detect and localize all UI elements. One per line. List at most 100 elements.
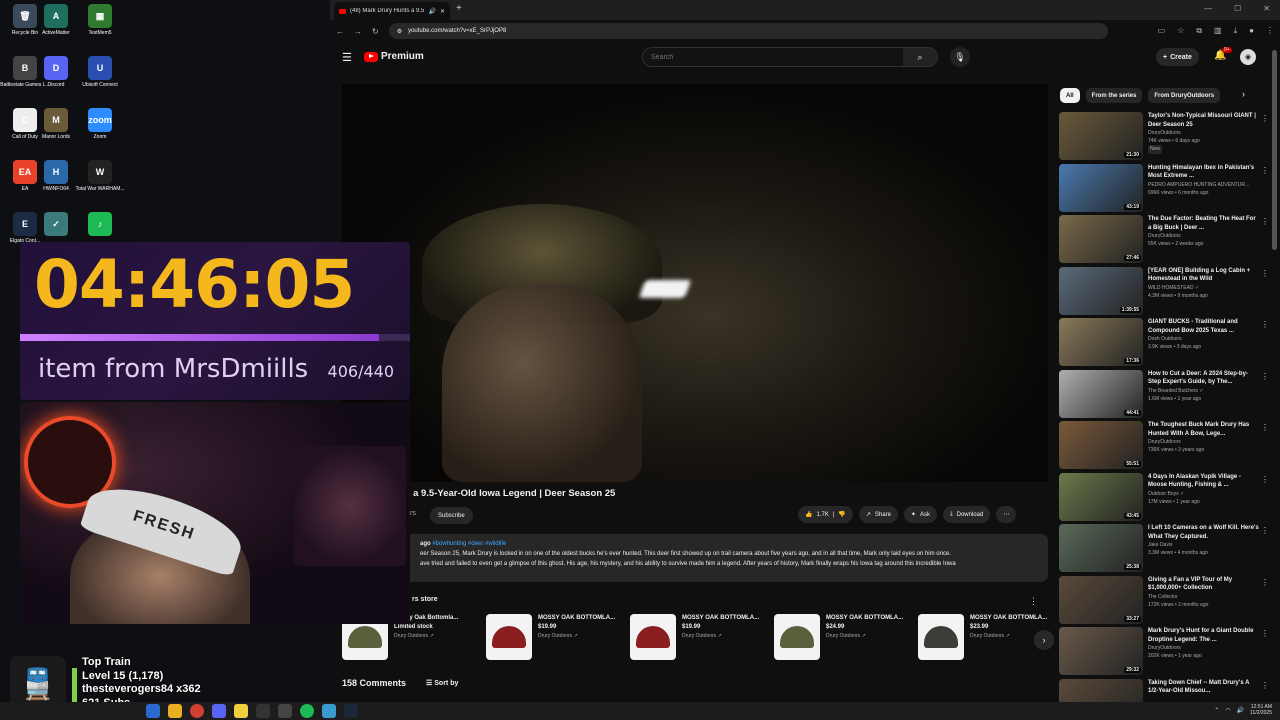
spotify-icon[interactable] <box>300 704 314 718</box>
video-menu-icon[interactable]: ⋮ <box>1261 629 1269 638</box>
video-menu-icon[interactable]: ⋮ <box>1261 217 1269 226</box>
description-tags[interactable]: #bowhunting #deer #wildlife <box>432 541 506 547</box>
recommended-video[interactable]: 33:27 Giving a Fan a VIP Tour of My $1,00… <box>1059 575 1269 628</box>
recommended-video[interactable]: 21:30 Taylor's Non-Typical Missouri GIANT… <box>1059 112 1269 164</box>
file-explorer-icon[interactable] <box>146 704 160 718</box>
desktop-icon[interactable]: D Discord <box>31 56 81 88</box>
video-thumbnail[interactable]: 27:46 <box>1059 215 1143 263</box>
scrollbar[interactable] <box>1272 50 1277 250</box>
product-seller[interactable]: Drury Outdoors ↗ <box>826 632 903 641</box>
desktop-icon[interactable]: H HWiNFO64 <box>31 160 81 192</box>
video-channel[interactable]: Outdoor Boys ✓ <box>1148 490 1260 498</box>
desktop-icon[interactable]: W Total War WARHAM... <box>75 160 125 192</box>
filter-chip[interactable]: All <box>1060 88 1080 103</box>
terminal-icon[interactable] <box>256 704 270 718</box>
recommended-video[interactable]: 29:32 Mark Drury's Hunt for a Giant Doubl… <box>1059 627 1269 679</box>
recommended-video[interactable]: 44:41 How to Cut a Deer: A 2024 Step-by-S… <box>1059 369 1269 422</box>
desktop-icon[interactable]: ♪ <box>75 212 125 238</box>
notepad-icon[interactable] <box>322 704 336 718</box>
cast-icon[interactable]: ▭ <box>1158 26 1166 36</box>
video-menu-icon[interactable]: ⋮ <box>1261 475 1269 484</box>
video-menu-icon[interactable]: ⋮ <box>1261 114 1269 123</box>
like-button[interactable]: 👍 1.7K | 👎 <box>798 506 853 523</box>
store-product[interactable]: MOSSY OAK BOTTOMLA... $19.99 Drury Outdoor… <box>486 614 620 660</box>
recommended-video[interactable]: 25:38 I Left 10 Cameras on a Wolf Kill. H… <box>1059 524 1269 576</box>
video-menu-icon[interactable]: ⋮ <box>1261 681 1269 690</box>
subscribe-button[interactable]: Subscribe <box>430 507 473 524</box>
video-title-link[interactable]: Giving a Fan a VIP Tour of My $1,000,000… <box>1148 576 1260 593</box>
site-info-icon[interactable]: ⚙ <box>397 28 402 35</box>
extensions-icon[interactable]: ⧉ <box>1196 26 1202 36</box>
menu-icon[interactable]: ☰ <box>342 51 352 64</box>
youtube-logo[interactable]: Premium <box>364 51 424 62</box>
share-button[interactable]: ↗ Share <box>858 506 898 523</box>
clock[interactable]: 12:51 AM 11/2/2025 <box>1250 704 1272 716</box>
reload-icon[interactable]: ↻ <box>372 27 379 36</box>
filter-chip[interactable]: From the series <box>1085 88 1143 103</box>
video-menu-icon[interactable]: ⋮ <box>1261 166 1269 175</box>
product-seller[interactable]: Drury Outdoors ↗ <box>394 632 458 641</box>
recommended-video[interactable]: 1:39:55 [YEAR ONE] Building a Log Cabin +… <box>1059 266 1269 319</box>
video-thumbnail[interactable]: 25:38 <box>1059 524 1143 572</box>
video-thumbnail[interactable]: 1:39:55 <box>1059 266 1143 315</box>
video-thumbnail[interactable]: 17:36 <box>1059 318 1143 366</box>
recommended-video[interactable]: 43:45 4 Days In Alaskan Yupik Village - M… <box>1059 472 1269 525</box>
video-channel[interactable]: DruryOutdoors <box>1148 644 1260 652</box>
download-icon[interactable]: ⤓ <box>1234 26 1238 36</box>
video-thumbnail[interactable]: 43:19 <box>1059 163 1143 212</box>
notes-icon[interactable] <box>234 704 248 718</box>
app-icon[interactable] <box>278 704 292 718</box>
video-menu-icon[interactable]: ⋮ <box>1261 526 1269 535</box>
close-tab-icon[interactable]: ✕ <box>440 8 445 15</box>
avatar[interactable]: ◉ <box>1240 49 1256 65</box>
video-menu-icon[interactable]: ⋮ <box>1261 578 1269 587</box>
video-channel[interactable]: Dosh Outdoors <box>1148 335 1260 343</box>
video-thumbnail[interactable]: 44:41 <box>1059 369 1143 418</box>
desktop-icon[interactable]: M Manor Lords <box>31 108 81 140</box>
store-product[interactable]: MOSSY OAK BOTTOMLA... $23.99 Drury Outdoor… <box>918 614 1052 660</box>
description-box[interactable]: ago #bowhunting #deer #wildlife eer Seas… <box>342 534 1048 582</box>
video-menu-icon[interactable]: ⋮ <box>1261 269 1269 278</box>
sort-button[interactable]: ☰ Sort by <box>426 679 458 687</box>
video-menu-icon[interactable]: ⋮ <box>1261 423 1269 432</box>
video-thumbnail[interactable]: 43:45 <box>1059 472 1143 521</box>
video-channel[interactable]: PEDRO AMPUERO HUNTING ADVENTUR... <box>1148 181 1260 189</box>
desktop-icon[interactable]: zoom Zoom <box>75 108 125 140</box>
video-channel[interactable]: Jake Davis <box>1148 541 1260 549</box>
back-icon[interactable]: ← <box>336 27 344 36</box>
volume-icon[interactable]: 🔊 <box>1237 707 1244 714</box>
new-tab-button[interactable]: + <box>456 3 462 14</box>
video-thumbnail[interactable]: 29:32 <box>1059 627 1143 675</box>
folder-icon[interactable] <box>168 704 182 718</box>
video-thumbnail[interactable]: 55:51 <box>1059 421 1143 469</box>
audio-icon[interactable]: 🔊 <box>428 8 435 15</box>
video-thumbnail[interactable]: 33:27 <box>1059 575 1143 624</box>
ask-button[interactable]: ✦ Ask <box>903 506 937 523</box>
tray-chevron-icon[interactable]: ⌃ <box>1214 707 1219 714</box>
thumbs-down-icon[interactable]: 👎 <box>838 511 845 518</box>
video-title-link[interactable]: GIANT BUCKS - Traditional and Compound B… <box>1148 318 1260 335</box>
recommended-video[interactable]: 43:19 Hunting Himalayan Ibex in Pakistan'… <box>1059 163 1269 216</box>
video-channel[interactable]: DruryOutdoors <box>1148 438 1260 446</box>
forward-icon[interactable]: → <box>354 27 362 36</box>
video-channel[interactable]: DruryOutdoors <box>1148 129 1260 137</box>
close-window-icon[interactable]: ✕ <box>1263 4 1270 13</box>
url-field[interactable]: ⚙ youtube.com/watch?v=xE_SrPJjOP8 <box>388 23 1108 39</box>
filter-chip[interactable]: From DruryOutdoors <box>1148 88 1221 103</box>
video-title-link[interactable]: Hunting Himalayan Ibex in Pakistan's Mos… <box>1148 164 1260 181</box>
video-thumbnail[interactable]: 21:30 <box>1059 112 1143 160</box>
chips-next-icon[interactable]: › <box>1242 89 1245 99</box>
search-icon[interactable]: ⌕ <box>903 48 937 66</box>
video-menu-icon[interactable]: ⋮ <box>1261 372 1269 381</box>
profile-icon[interactable]: ● <box>1249 26 1254 36</box>
microphone-icon[interactable]: 🎙 <box>950 47 970 67</box>
recommended-video[interactable]: 55:51 The Toughest Buck Mark Drury Has Hu… <box>1059 421 1269 473</box>
video-title-link[interactable]: Taylor's Non-Typical Missouri GIANT | De… <box>1148 112 1260 129</box>
store-next-arrow-icon[interactable]: › <box>1034 630 1054 650</box>
recommended-video[interactable]: 17:36 GIANT BUCKS - Traditional and Compo… <box>1059 318 1269 370</box>
desktop-icon[interactable]: U Ubisoft Connect <box>75 56 125 88</box>
video-title-link[interactable]: [YEAR ONE] Building a Log Cabin + Homest… <box>1148 267 1260 284</box>
download-button[interactable]: ⤓ Download <box>942 506 991 523</box>
chrome-icon[interactable] <box>190 704 204 718</box>
video-player[interactable] <box>342 84 1048 482</box>
